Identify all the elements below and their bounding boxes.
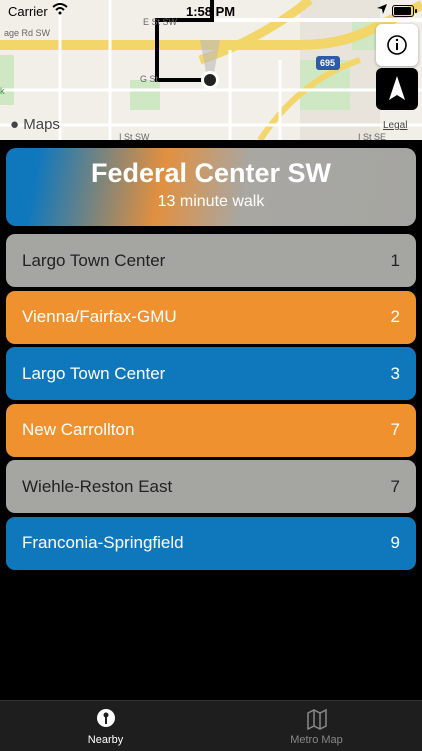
train-minutes: 2 bbox=[390, 307, 400, 326]
train-list: Largo Town Center 1 Vienna/Fairfax-GMU 2… bbox=[6, 234, 416, 573]
train-destination: Largo Town Center bbox=[22, 250, 166, 270]
train-destination: Franconia-Springfield bbox=[22, 533, 184, 552]
tab-bar: Nearby Metro Map bbox=[0, 700, 422, 751]
train-row[interactable]: Wiehle-Reston East 7 bbox=[6, 460, 416, 513]
map-street-label: age Rd SW bbox=[4, 28, 51, 38]
train-destination: Wiehle-Reston East bbox=[22, 476, 173, 496]
tab-label: Metro Map bbox=[290, 734, 343, 746]
info-icon bbox=[387, 35, 407, 55]
train-minutes: 7 bbox=[390, 476, 400, 496]
train-row[interactable]: Franconia-Springfield 9 bbox=[6, 516, 416, 570]
map-street-label: I St SW bbox=[119, 132, 150, 140]
legal-link[interactable]: Legal bbox=[383, 120, 407, 131]
map-info-button[interactable] bbox=[376, 24, 418, 66]
train-row[interactable]: Vienna/Fairfax-GMU 2 bbox=[6, 290, 416, 344]
wifi-icon bbox=[52, 3, 68, 15]
train-destination: New Carrollton bbox=[22, 420, 135, 439]
location-arrow-icon bbox=[377, 4, 387, 14]
station-name: Federal Center SW bbox=[90, 158, 332, 188]
status-bar: Carrier 1:58 PM bbox=[0, 0, 422, 22]
apple-logo-icon: ● bbox=[10, 116, 20, 133]
station-header: Federal Center SW 13 minute walk bbox=[6, 148, 416, 226]
map-view[interactable]: E St SW age Rd SW G St I St SW I St SE 6… bbox=[0, 0, 422, 140]
tracking-mode-button[interactable] bbox=[376, 68, 418, 110]
location-pin-icon bbox=[96, 709, 115, 727]
tab-metro-map[interactable]: Metro Map bbox=[211, 701, 422, 751]
train-destination: Vienna/Fairfax-GMU bbox=[22, 307, 177, 326]
train-row[interactable]: Largo Town Center 3 bbox=[6, 347, 416, 400]
train-minutes: 7 bbox=[390, 420, 400, 439]
maps-logo-text: Maps bbox=[23, 116, 60, 133]
train-minutes: 9 bbox=[390, 533, 400, 552]
highway-shield: 695 bbox=[320, 58, 336, 68]
tab-label: Nearby bbox=[87, 734, 124, 746]
map-street-label: G St bbox=[140, 74, 159, 84]
map-street-label: k bbox=[0, 86, 5, 96]
map-icon bbox=[306, 708, 327, 730]
train-destination: Largo Town Center bbox=[22, 363, 166, 383]
map-street-label: I St SE bbox=[358, 132, 387, 140]
maps-logo: ● Maps bbox=[10, 116, 60, 133]
train-minutes: 1 bbox=[390, 250, 400, 270]
compass-arrow-icon bbox=[389, 76, 405, 100]
carrier-label: Carrier bbox=[8, 4, 48, 19]
walk-time: 13 minute walk bbox=[157, 193, 265, 210]
train-row[interactable]: Largo Town Center 1 bbox=[6, 234, 416, 287]
status-time: 1:58 PM bbox=[186, 4, 236, 19]
tab-nearby[interactable]: Nearby bbox=[0, 701, 211, 751]
train-minutes: 3 bbox=[390, 363, 400, 383]
train-row[interactable]: New Carrollton 7 bbox=[6, 403, 416, 457]
battery-icon bbox=[392, 5, 417, 17]
